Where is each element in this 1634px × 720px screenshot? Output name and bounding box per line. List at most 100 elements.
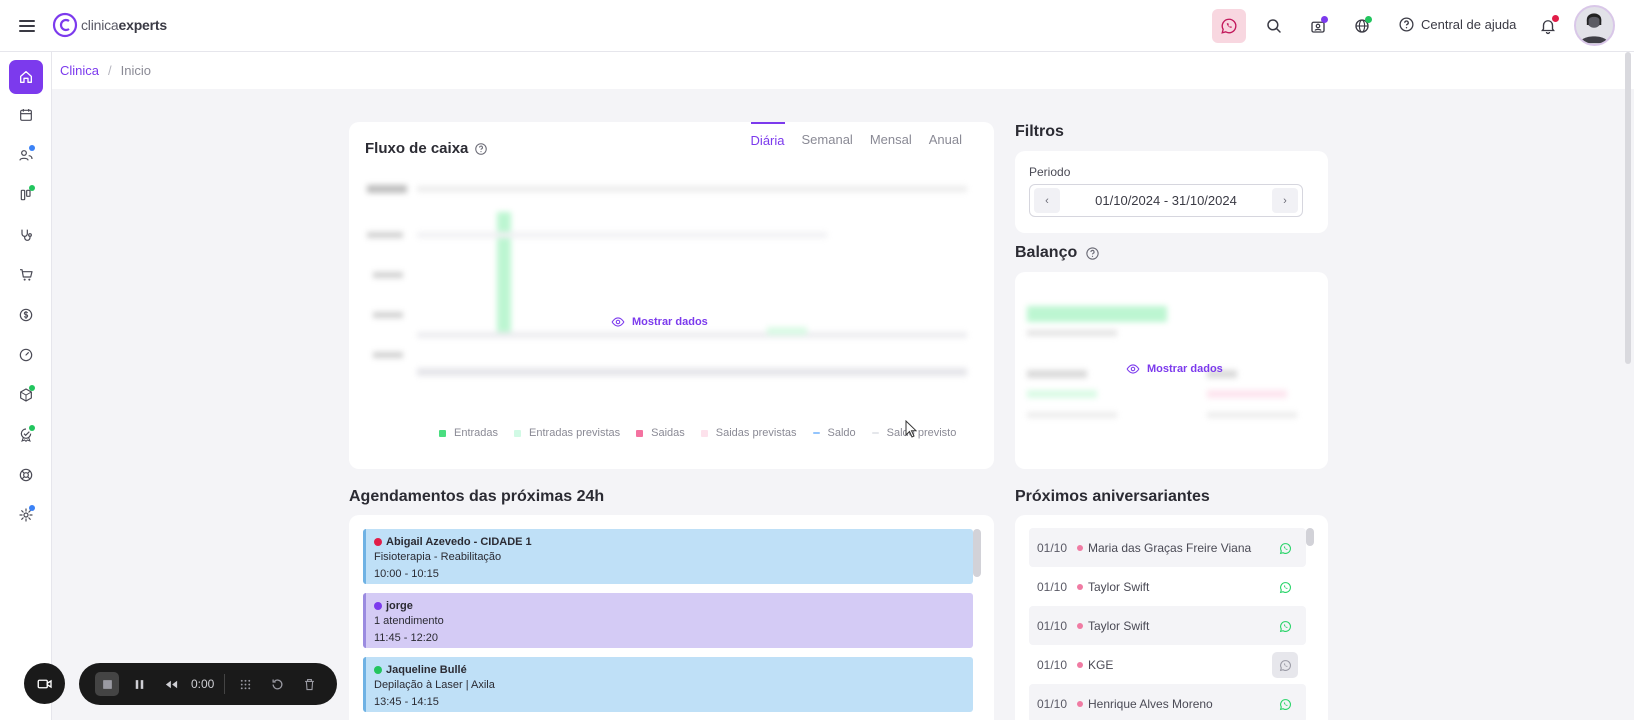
sidebar-item-kanban[interactable] <box>9 178 43 212</box>
delete-button[interactable] <box>297 672 321 696</box>
appointment-name: Jaqueline Bullé <box>386 663 467 676</box>
sidebar-item-finance[interactable] <box>9 298 43 332</box>
page-scrollbar[interactable] <box>1625 52 1631 364</box>
mouse-cursor-icon <box>905 420 917 438</box>
top-bar: clinicaexperts Central de ajuda <box>0 0 1634 52</box>
tab-weekly[interactable]: Semanal <box>802 122 853 154</box>
language-button[interactable] <box>1345 9 1379 43</box>
help-link[interactable]: Central de ajuda <box>1398 16 1516 33</box>
birthday-item: 01/10 Maria das Graças Freire Viana <box>1029 528 1306 567</box>
whatsapp-icon <box>1279 659 1291 671</box>
birthday-name: Henrique Alves Moreno <box>1088 696 1213 711</box>
stop-button[interactable] <box>95 672 119 696</box>
birthday-date: 01/10 <box>1037 696 1068 711</box>
legend-label: Entradas previstas <box>529 427 621 439</box>
birthday-item: 01/10 Taylor Swift <box>1029 567 1306 606</box>
stop-icon <box>102 679 112 689</box>
period-next-button[interactable]: › <box>1272 188 1298 213</box>
restart-icon <box>272 678 283 689</box>
help-icon[interactable] <box>474 142 488 156</box>
period-value: 01/10/2024 - 31/10/2024 <box>1095 193 1237 208</box>
appointments-title: Agendamentos das próximas 24h <box>349 488 605 505</box>
sidebar-item-calendar[interactable] <box>9 98 43 132</box>
birthday-name: Taylor Swift <box>1088 579 1150 594</box>
inventory-badge <box>29 385 35 391</box>
appointments-scrollbar[interactable] <box>973 529 981 577</box>
sidebar-item-patients[interactable] <box>9 138 43 172</box>
whatsapp-icon <box>1279 698 1291 710</box>
send-whatsapp-button[interactable] <box>1272 613 1298 639</box>
period-prev-button[interactable]: ‹ <box>1034 188 1060 213</box>
restart-button[interactable] <box>265 672 289 696</box>
breadcrumb-separator: / <box>108 63 112 78</box>
patients-badge <box>29 145 35 151</box>
legend-saldo[interactable]: Saldo <box>812 427 856 439</box>
sidebar-item-marketing[interactable] <box>9 418 43 452</box>
stethoscope-icon <box>21 229 32 241</box>
grid-button[interactable] <box>233 672 257 696</box>
contacts-button[interactable] <box>1301 9 1335 43</box>
appointment-time: 10:00 - 10:15 <box>374 568 439 580</box>
breadcrumb-current: Inicio <box>120 63 151 78</box>
gauge-icon <box>19 348 33 362</box>
status-dot <box>1077 700 1083 707</box>
sidebar-item-inventory[interactable] <box>9 378 43 412</box>
cashflow-header: Fluxo de caixa <box>365 140 488 157</box>
appointment-item[interactable]: Abigail Azevedo - CIDADE 1 Fisioterapia … <box>363 529 973 584</box>
rewind-button[interactable] <box>159 672 183 696</box>
legend-label: Saidas <box>651 427 685 439</box>
send-whatsapp-button[interactable] <box>1272 691 1298 717</box>
birthdays-scrollbar[interactable] <box>1306 528 1314 546</box>
notifications-button[interactable] <box>1531 9 1565 43</box>
cashflow-card: Fluxo de caixa Diária Semanal Mensal Anu… <box>349 122 994 469</box>
sidebar-item-settings[interactable] <box>9 498 43 532</box>
sidebar-item-support[interactable] <box>9 458 43 492</box>
balance-reveal-button[interactable]: Mostrar dados <box>1126 362 1223 376</box>
period-picker[interactable]: ‹ 01/10/2024 - 31/10/2024 › <box>1029 184 1303 217</box>
menu-icon[interactable] <box>17 17 37 35</box>
send-whatsapp-button[interactable] <box>1272 535 1298 561</box>
rewind-icon <box>165 680 177 688</box>
send-whatsapp-button[interactable] <box>1272 652 1298 678</box>
sidebar-item-clinical[interactable] <box>9 218 43 252</box>
user-avatar[interactable] <box>1574 5 1615 46</box>
sidebar-item-reports[interactable] <box>9 338 43 372</box>
legend-entradas-previstas[interactable]: Entradas previstas <box>514 427 620 439</box>
whatsapp-button[interactable] <box>1212 9 1246 43</box>
video-camera-icon <box>37 679 52 688</box>
appointment-name: jorge <box>386 599 413 612</box>
legend-swatch <box>636 429 644 437</box>
logo[interactable]: clinicaexperts <box>52 12 167 38</box>
balance-title: Balanço <box>1015 244 1078 261</box>
legend-label: Entradas <box>454 427 499 439</box>
status-dot <box>1077 544 1083 551</box>
sidebar-item-home[interactable] <box>9 60 43 94</box>
search-button[interactable] <box>1257 9 1291 43</box>
legend-saidas[interactable]: Saidas <box>636 427 685 439</box>
status-dot <box>374 665 382 674</box>
tab-yearly[interactable]: Anual <box>929 122 962 154</box>
appointment-item[interactable]: Jaqueline Bullé Depilação à Laser | Axil… <box>363 657 973 712</box>
help-label: Central de ajuda <box>1421 17 1517 32</box>
cashflow-title: Fluxo de caixa <box>365 140 469 157</box>
period-label: Periodo <box>1029 165 1071 179</box>
tab-daily[interactable]: Diária <box>750 122 785 154</box>
appointment-item[interactable]: jorge 1 atendimento 11:45 - 12:20 <box>363 593 973 648</box>
tab-monthly[interactable]: Mensal <box>870 122 912 154</box>
cashflow-reveal-button[interactable]: Mostrar dados <box>611 315 708 329</box>
settings-badge <box>29 505 35 511</box>
breadcrumb-root[interactable]: Clinica <box>60 63 99 78</box>
reveal-label: Mostrar dados <box>632 316 708 328</box>
recorder-toolbar: 0:00 <box>79 663 337 705</box>
pause-button[interactable] <box>127 672 151 696</box>
sidebar-item-sales[interactable] <box>9 258 43 292</box>
send-whatsapp-button[interactable] <box>1272 574 1298 600</box>
whatsapp-icon <box>1221 18 1237 34</box>
legend-label: Saldo <box>827 427 856 439</box>
birthdays-card: 01/10 Maria das Graças Freire Viana 01/1… <box>1015 515 1328 720</box>
camera-button[interactable] <box>24 663 65 704</box>
birthday-name: Maria das Graças Freire Viana <box>1088 540 1252 555</box>
help-icon[interactable] <box>1085 246 1100 261</box>
legend-saidas-previstas[interactable]: Saidas previstas <box>700 427 797 439</box>
legend-entradas[interactable]: Entradas <box>439 427 498 439</box>
